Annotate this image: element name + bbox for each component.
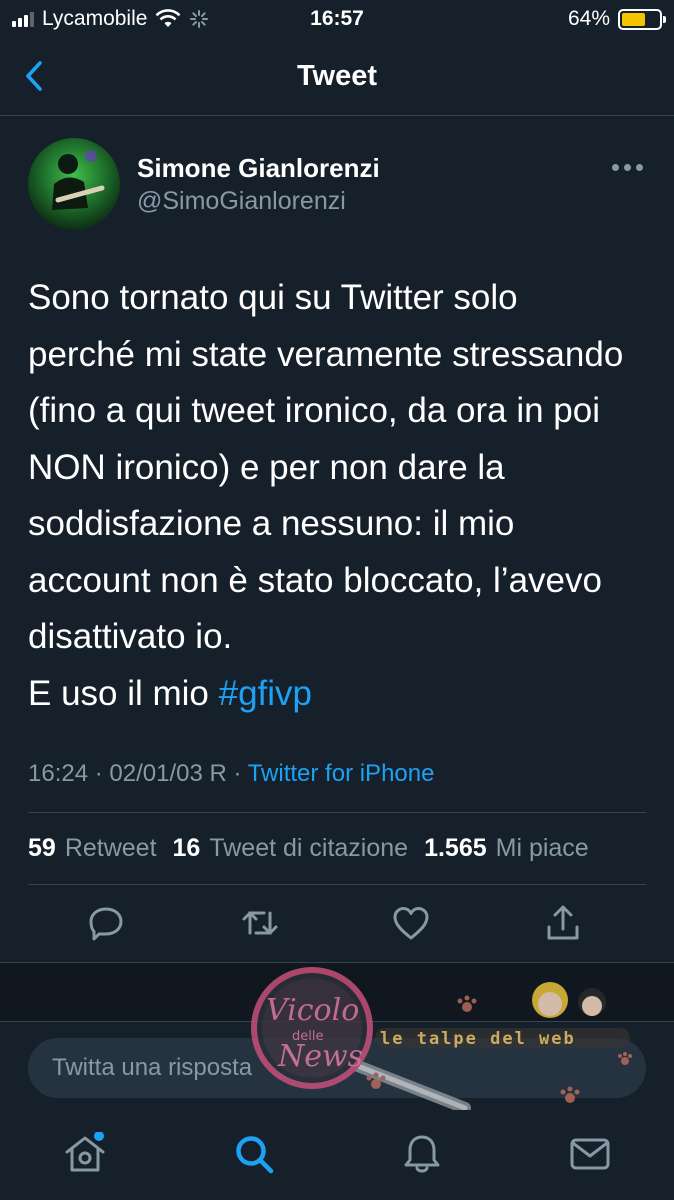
likes-stat[interactable]: 1.565 Mi piace	[424, 834, 589, 863]
retweets-stat[interactable]: 59 Retweet	[28, 834, 157, 863]
svg-text:le talpe del web: le talpe del web	[380, 1029, 576, 1049]
divider	[28, 884, 646, 885]
tweet-text-line: disattivato io.	[28, 617, 233, 656]
likes-label: Mi piace	[495, 834, 589, 862]
search-icon[interactable]	[232, 1132, 276, 1176]
retweets-label: Retweet	[64, 834, 157, 862]
tweet-timestamp: 16:24 · 02/01/03 R ·	[28, 760, 248, 787]
hashtag-link[interactable]: #gfivp	[219, 674, 312, 713]
avatar[interactable]	[28, 138, 120, 230]
tweet-actions	[0, 903, 674, 947]
retweet-icon[interactable]	[240, 903, 280, 943]
tweet-text-line: NON ironico) e per non dare la	[28, 447, 505, 487]
tab-bar	[0, 1110, 674, 1200]
page-title: Tweet	[296, 60, 378, 92]
author-handle[interactable]: @SimoGianlorenzi	[137, 187, 346, 216]
battery-percent: 64%	[567, 7, 610, 30]
svg-text:News: News	[277, 1039, 363, 1074]
svg-text:Vicolo: Vicolo	[266, 993, 359, 1028]
tweet-text-line: perché mi state veramente stressando	[28, 334, 624, 374]
tweet-text-last-line: E uso il mio #gfivp	[28, 666, 658, 723]
likes-count: 1.565	[424, 834, 487, 862]
quotes-label: Tweet di citazione	[209, 834, 409, 862]
tweet-text: Sono tornato qui su Twitter solo perché …	[28, 270, 658, 722]
reply-icon[interactable]	[86, 903, 126, 943]
tweet-text-line: Sono tornato qui su Twitter solo	[28, 278, 518, 317]
watermark-logo: Vicolo delle News le talpe del web	[251, 967, 632, 1110]
tweet-text-line: (fino a qui tweet ironico, da ora in poi	[28, 391, 600, 430]
home-icon[interactable]	[63, 1132, 107, 1176]
battery-level	[622, 12, 646, 26]
battery-icon	[618, 8, 666, 30]
tweet-source-link[interactable]: Twitter for iPhone	[248, 760, 435, 787]
like-icon[interactable]	[391, 903, 431, 943]
tweet-text-line: soddisfazione a nessuno: il mio	[28, 504, 515, 543]
notifications-icon[interactable]	[400, 1132, 444, 1176]
quotes-count: 16	[172, 834, 201, 862]
share-icon[interactable]	[543, 903, 583, 943]
quotes-stat[interactable]: 16 Tweet di citazione	[173, 834, 409, 863]
divider	[28, 812, 646, 813]
retweets-count: 59	[28, 834, 56, 862]
status-bar-right: 64%	[567, 7, 666, 31]
status-bar: Lycamobile 16:57 64%	[0, 0, 674, 40]
tweet-text-line: account non è stato bloccato, l’avevo	[28, 560, 602, 600]
author-name[interactable]: Simone Gianlorenzi	[137, 153, 380, 184]
tweet-stats: 59 Retweet 16 Tweet di citazione 1.565 Mi p…	[28, 834, 589, 863]
tweet-meta: 16:24 · 02/01/03 R · Twitter for iPhone	[28, 760, 434, 788]
nav-bar: Tweet	[0, 40, 674, 116]
messages-icon[interactable]	[568, 1132, 612, 1176]
more-options-icon[interactable]	[612, 160, 646, 174]
tweet-text-fragment: E uso il mio	[28, 673, 219, 713]
